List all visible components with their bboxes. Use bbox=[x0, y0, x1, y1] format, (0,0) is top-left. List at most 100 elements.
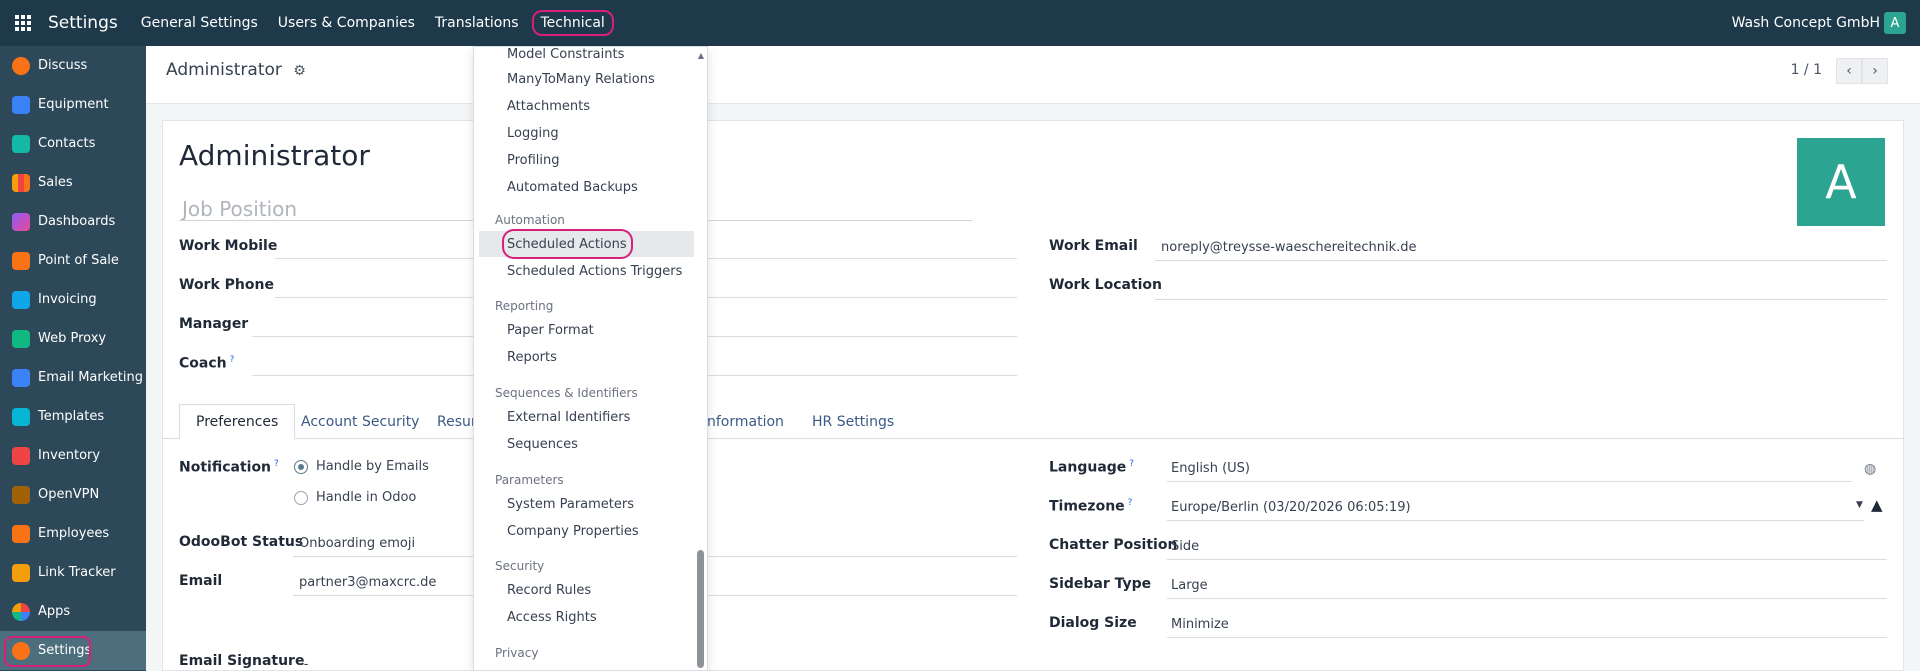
sidebar-item-label: Point of Sale bbox=[38, 253, 119, 268]
job-position-input[interactable]: Job Position bbox=[182, 197, 297, 221]
menu-item-external-identifiers[interactable]: External Identifiers bbox=[474, 404, 694, 430]
help-icon[interactable]: ? bbox=[1129, 459, 1134, 469]
language-value[interactable]: English (US) bbox=[1171, 461, 1250, 476]
sidebar-item-apps[interactable]: Apps bbox=[0, 592, 146, 631]
menu-item-automated-backups[interactable]: Automated Backups bbox=[474, 174, 694, 200]
language-label: Language? bbox=[1049, 459, 1134, 476]
globe-icon[interactable]: ◍ bbox=[1864, 461, 1876, 477]
help-icon[interactable]: ? bbox=[230, 355, 235, 365]
link-tracker-icon bbox=[12, 563, 30, 582]
menu-item-access-rights[interactable]: Access Rights bbox=[474, 604, 694, 630]
sidebar-item-label: Apps bbox=[38, 604, 71, 619]
timezone-label: Timezone? bbox=[1049, 498, 1132, 515]
sidebar-item-label: Discuss bbox=[38, 58, 88, 73]
work-email-label: Work Email bbox=[1049, 238, 1138, 254]
top-navbar: Settings General Settings Users & Compan… bbox=[0, 0, 1920, 46]
sidebar-item-openvpn[interactable]: OpenVPN bbox=[0, 475, 146, 514]
menu-item-model-constraints[interactable]: Model Constraints bbox=[474, 47, 694, 67]
handle-by-emails-label[interactable]: Handle by Emails bbox=[316, 459, 429, 474]
dashboards-icon bbox=[12, 212, 30, 231]
menu-users-companies[interactable]: Users & Companies bbox=[269, 11, 424, 35]
tab-account-security[interactable]: Account Security bbox=[285, 404, 435, 439]
tab-preferences[interactable]: Preferences bbox=[179, 404, 296, 440]
employee-avatar[interactable]: A bbox=[1797, 138, 1885, 226]
breadcrumb-current: Administrator bbox=[166, 60, 282, 80]
menu-item-paper-format[interactable]: Paper Format bbox=[474, 317, 694, 343]
sidebar-item-invoicing[interactable]: Invoicing bbox=[0, 280, 146, 319]
sidebar-item-label: Dashboards bbox=[38, 214, 116, 229]
user-avatar[interactable]: A bbox=[1884, 12, 1906, 34]
sidebar-item-equipment[interactable]: Equipment bbox=[0, 85, 146, 124]
discuss-icon bbox=[12, 56, 30, 75]
menu-item-profiling[interactable]: Profiling bbox=[474, 147, 694, 173]
sidebar-item-point-of-sale[interactable]: Point of Sale bbox=[0, 241, 146, 280]
pager-next-button[interactable]: › bbox=[1862, 58, 1888, 84]
sidebar-item-templates[interactable]: Templates bbox=[0, 397, 146, 436]
odoobot-status-label: OdooBot Status bbox=[179, 534, 304, 550]
menu-section-sequences: Sequences & Identifiers bbox=[495, 386, 638, 400]
app-brand[interactable]: Settings bbox=[48, 13, 118, 33]
dialog-size-value[interactable]: Minimize bbox=[1171, 617, 1229, 632]
menu-section-parameters: Parameters bbox=[495, 473, 564, 487]
menu-item-sequences[interactable]: Sequences bbox=[474, 431, 694, 457]
odoobot-status-value[interactable]: Onboarding emoji bbox=[299, 536, 415, 551]
chatter-position-underline bbox=[1167, 559, 1887, 560]
timezone-label-text: Timezone bbox=[1049, 498, 1125, 515]
email-value[interactable]: partner3@maxcrc.de bbox=[299, 575, 436, 590]
caret-down-icon[interactable]: ▼ bbox=[1856, 500, 1863, 510]
pager-value[interactable]: 1 / 1 bbox=[1791, 62, 1822, 78]
menu-item-scheduled-actions-triggers[interactable]: Scheduled Actions Triggers bbox=[474, 258, 694, 284]
menu-item-logging[interactable]: Logging bbox=[474, 120, 694, 146]
menu-item-system-parameters[interactable]: System Parameters bbox=[474, 491, 694, 517]
radio-handle-by-emails[interactable] bbox=[294, 460, 308, 474]
email-marketing-icon bbox=[12, 368, 30, 387]
sidebar-item-settings[interactable]: Settings bbox=[0, 631, 146, 670]
sidebar-item-employees[interactable]: Employees bbox=[0, 514, 146, 553]
sidebar-item-email-marketing[interactable]: Email Marketing bbox=[0, 358, 146, 397]
sidebar-item-sales[interactable]: Sales bbox=[0, 163, 146, 202]
tab-hr-settings[interactable]: HR Settings bbox=[796, 404, 910, 439]
sidebar-item-web-proxy[interactable]: Web Proxy bbox=[0, 319, 146, 358]
help-icon[interactable]: ? bbox=[274, 459, 279, 469]
sidebar-item-dashboards[interactable]: Dashboards bbox=[0, 202, 146, 241]
chatter-position-value[interactable]: Side bbox=[1171, 539, 1199, 554]
email-signature-label: Email Signature bbox=[179, 653, 305, 669]
sidebar-item-inventory[interactable]: Inventory bbox=[0, 436, 146, 475]
menu-item-reports[interactable]: Reports bbox=[474, 344, 694, 370]
apps-menu-icon[interactable] bbox=[0, 0, 46, 46]
handle-in-odoo-label[interactable]: Handle in Odoo bbox=[316, 490, 416, 505]
pager-previous-button[interactable]: ‹ bbox=[1836, 58, 1862, 84]
radio-handle-in-odoo[interactable] bbox=[294, 491, 308, 505]
menu-general-settings[interactable]: General Settings bbox=[132, 11, 267, 35]
notification-label-text: Notification bbox=[179, 459, 272, 476]
email-signature-value[interactable]: -- bbox=[299, 657, 308, 671]
menu-item-attachments[interactable]: Attachments bbox=[474, 93, 694, 119]
equipment-icon bbox=[12, 95, 30, 114]
dropdown-scroll-thumb[interactable] bbox=[697, 550, 704, 668]
work-location-field[interactable] bbox=[1155, 299, 1887, 300]
manager-label: Manager bbox=[179, 316, 249, 332]
menu-technical[interactable]: Technical bbox=[531, 10, 614, 36]
language-label-text: Language bbox=[1049, 459, 1127, 476]
timezone-value[interactable]: Europe/Berlin (03/20/2026 06:05:19) bbox=[1171, 500, 1411, 515]
work-phone-label: Work Phone bbox=[179, 277, 274, 293]
scroll-up-arrow-icon[interactable]: ▲ bbox=[698, 51, 704, 60]
company-switcher[interactable]: Wash Concept GmbH bbox=[1732, 15, 1880, 31]
sidebar-item-label: Templates bbox=[38, 409, 105, 424]
sidebar-item-label: Email Marketing bbox=[38, 370, 143, 385]
menu-translations[interactable]: Translations bbox=[426, 11, 528, 35]
menu-item-many2many-relations[interactable]: ManyToMany Relations bbox=[474, 66, 694, 92]
sidebar-item-contacts[interactable]: Contacts bbox=[0, 124, 146, 163]
menu-item-record-rules[interactable]: Record Rules bbox=[474, 577, 694, 603]
menu-item-company-properties[interactable]: Company Properties bbox=[474, 518, 694, 544]
sidebar-item-link-tracker[interactable]: Link Tracker bbox=[0, 553, 146, 592]
work-email-value[interactable]: noreply@treysse-waeschereitechnik.de bbox=[1161, 240, 1417, 255]
help-icon[interactable]: ? bbox=[1128, 498, 1133, 508]
sidebar-item-label: Invoicing bbox=[38, 292, 97, 307]
employee-name[interactable]: Administrator bbox=[179, 139, 370, 172]
menu-section-privacy: Privacy bbox=[495, 646, 539, 660]
sidebar-item-discuss[interactable]: Discuss bbox=[0, 46, 146, 85]
menu-item-scheduled-actions[interactable]: Scheduled Actions bbox=[479, 229, 694, 259]
sidebar-type-value[interactable]: Large bbox=[1171, 578, 1208, 593]
gear-icon[interactable]: ⚙ bbox=[293, 63, 306, 79]
